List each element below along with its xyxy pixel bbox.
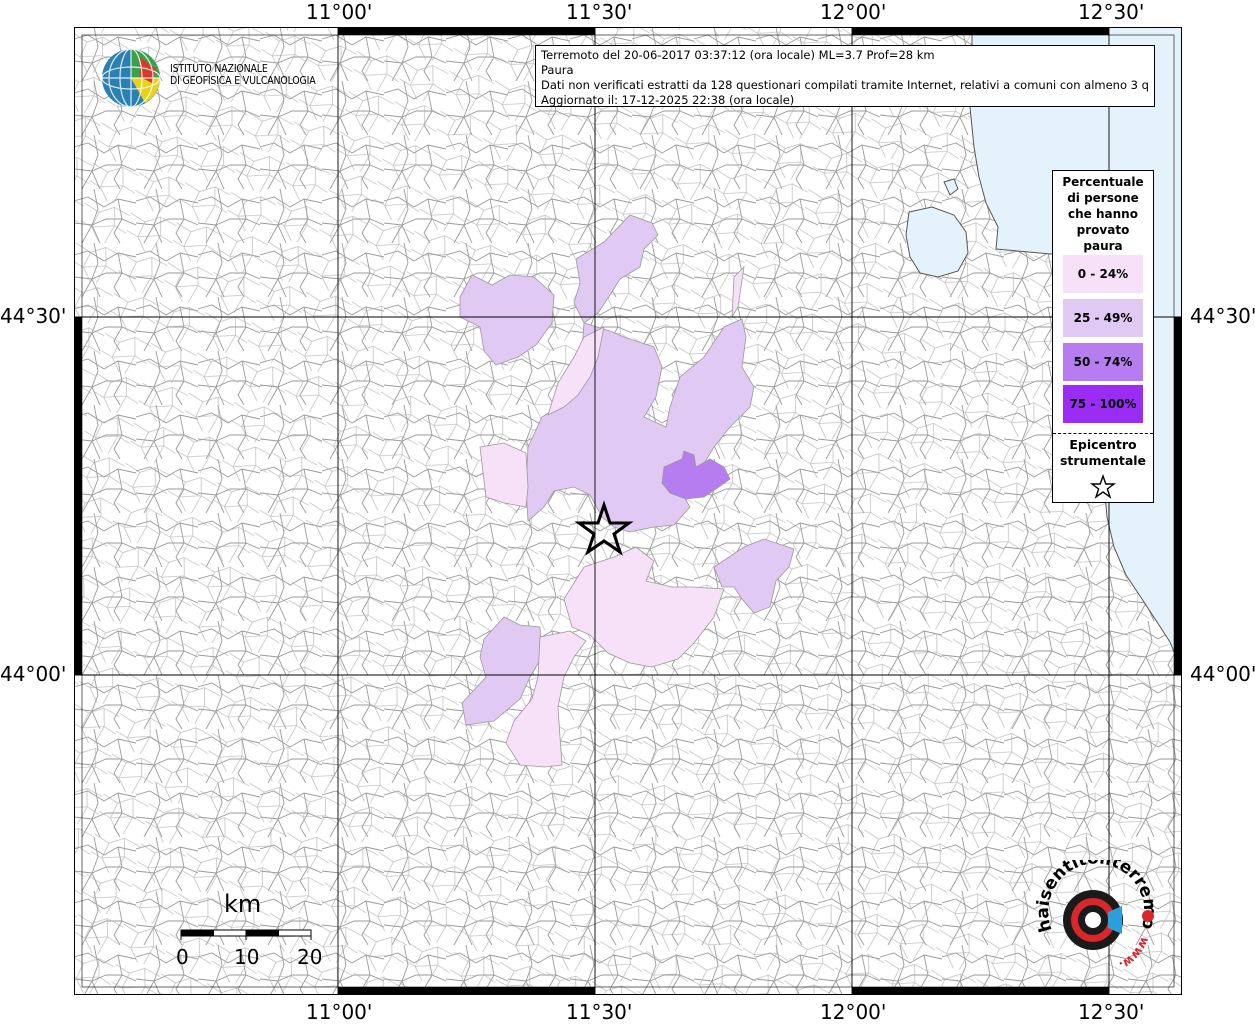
scale-unit: km xyxy=(224,890,262,918)
bottom-label-1: 11°00' xyxy=(306,1000,373,1024)
map-canvas[interactable] xyxy=(74,27,1182,995)
ingv-line-2: DI GEOFISICA E VULCANOLOGIA xyxy=(170,75,316,87)
legend-title-line-4: provato xyxy=(1076,223,1130,237)
top-label-3: 12°00' xyxy=(820,0,887,24)
info-earthquake: Terremoto del 20-06-2017 03:37:12 (ora l… xyxy=(541,48,935,62)
haisentito-badge-icon[interactable]: haisentitoilterremoto.it www. xyxy=(1030,860,1170,972)
legend-swatch-0-24[interactable]: 0 - 24% xyxy=(1063,255,1143,293)
ingv-logo-text: ISTITUTO NAZIONALE DI GEOFISICA E VULCAN… xyxy=(170,63,316,87)
legend-epicenter-line-1: Epicentro xyxy=(1069,437,1137,452)
right-label-1: 44°30' xyxy=(1190,304,1255,328)
left-label-1: 44°30' xyxy=(0,304,67,328)
legend-label-50-74: 50 - 74% xyxy=(1073,355,1133,369)
legend-title-line-1: Percentuale xyxy=(1062,175,1144,189)
area-0-24-west[interactable] xyxy=(479,442,529,508)
legend-epicenter-line-2: strumentale xyxy=(1059,453,1147,468)
ingv-line-1: ISTITUTO NAZIONALE xyxy=(170,63,268,75)
scale-tick-10: 10 xyxy=(234,945,260,969)
bottom-label-3: 12°00' xyxy=(820,1000,887,1024)
bottom-label-4: 12°30' xyxy=(1078,1000,1145,1024)
legend-epicenter-label: Epicentro strumentale xyxy=(1053,437,1153,469)
legend-star-icon xyxy=(1089,473,1117,499)
top-label-2: 11°30' xyxy=(566,0,633,24)
legend: Percentuale di persone che hanno provato… xyxy=(1052,170,1154,503)
legend-label-25-49: 25 - 49% xyxy=(1073,311,1133,325)
top-label-4: 12°30' xyxy=(1078,0,1145,24)
legend-separator xyxy=(1053,433,1153,434)
badge-bottom-text: www. xyxy=(1117,935,1152,972)
legend-swatch-50-74[interactable]: 50 - 74% xyxy=(1063,343,1143,381)
legend-title-line-5: paura xyxy=(1083,239,1123,253)
right-label-2: 44°00' xyxy=(1190,662,1255,686)
legend-swatch-75-100[interactable]: 75 - 100% xyxy=(1063,385,1143,423)
left-label-2: 44°00' xyxy=(0,662,67,686)
info-updated: Aggiornato il: 17-12-2025 22:38 (ora loc… xyxy=(541,93,795,107)
legend-swatch-25-49[interactable]: 25 - 49% xyxy=(1063,299,1143,337)
bottom-label-2: 11°30' xyxy=(566,1000,633,1024)
legend-title-line-3: che hanno xyxy=(1068,207,1138,221)
legend-label-0-24: 0 - 24% xyxy=(1077,267,1129,281)
top-label-1: 11°00' xyxy=(306,0,373,24)
scale-tick-0: 0 xyxy=(176,945,189,969)
info-data-note: Dati non verificati estratti da 128 ques… xyxy=(541,78,1149,92)
legend-title: Percentuale di persone che hanno provato… xyxy=(1053,171,1153,254)
legend-label-75-100: 75 - 100% xyxy=(1069,397,1137,411)
scale-tick-20: 20 xyxy=(297,945,323,969)
scale-bar xyxy=(180,929,312,940)
map-info-box: Terremoto del 20-06-2017 03:37:12 (ora l… xyxy=(535,45,1155,107)
legend-title-line-2: di persone xyxy=(1067,191,1139,205)
ingv-logo-icon xyxy=(101,48,161,108)
info-parameter: Paura xyxy=(541,63,574,77)
